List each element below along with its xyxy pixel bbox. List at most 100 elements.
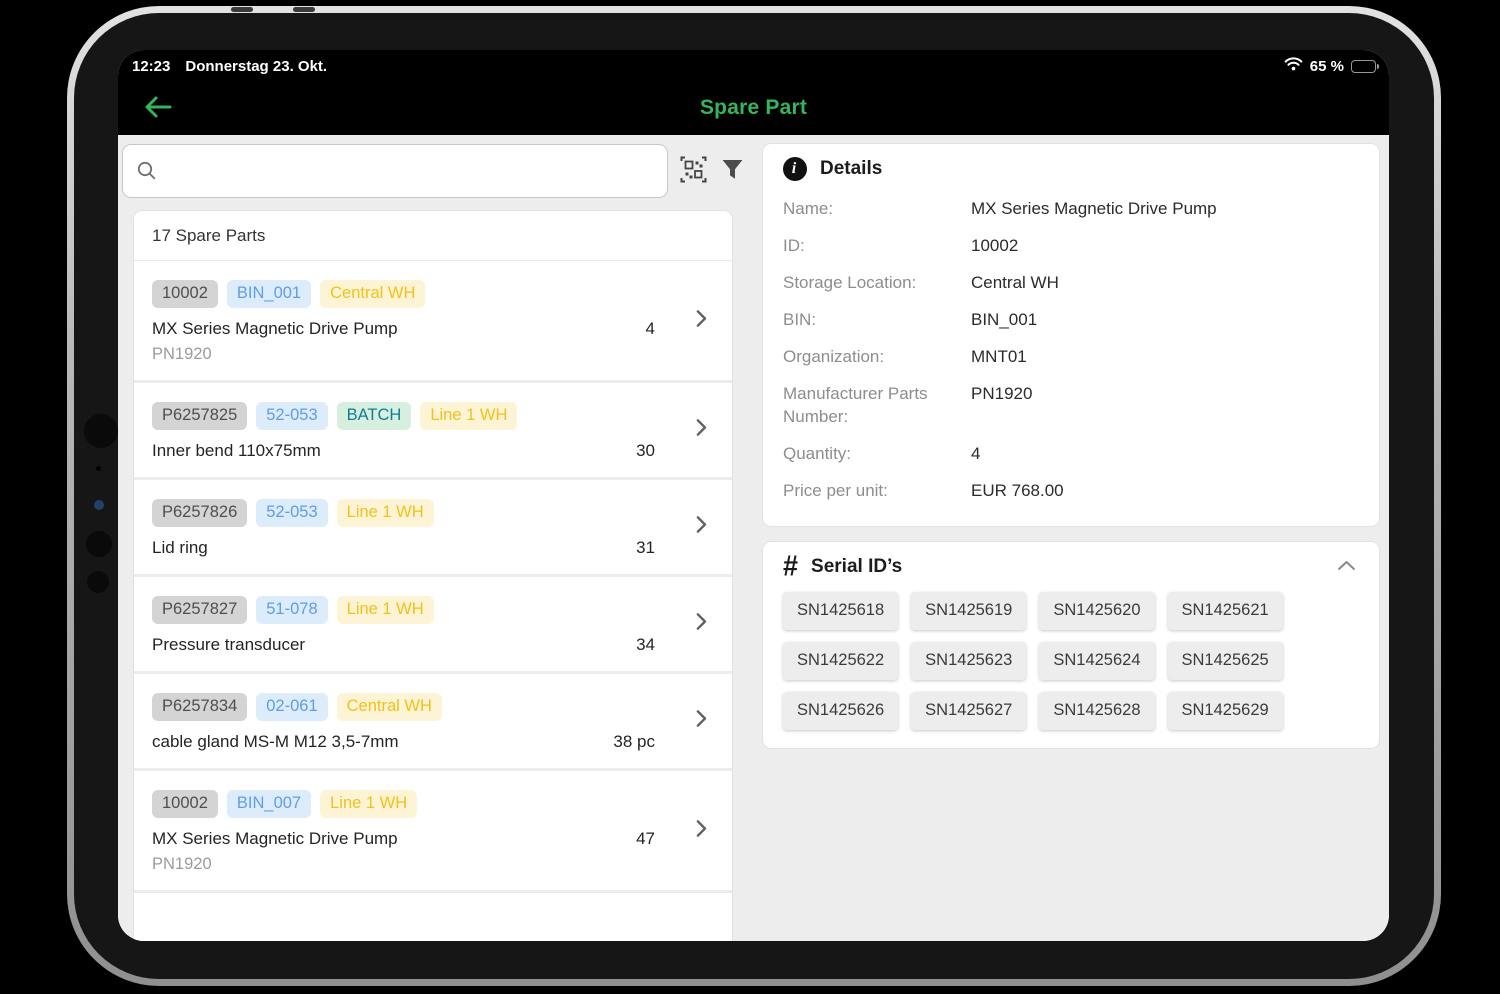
item-title: MX Series Magnetic Drive Pump [152, 319, 646, 339]
badge-row: P625782552-053BATCHLine 1 WH [152, 402, 718, 430]
filter-funnel-icon [721, 159, 744, 183]
battery-percent: 65 % [1310, 58, 1344, 75]
search-input[interactable] [122, 144, 668, 198]
status-time: 12:23 [132, 58, 170, 75]
detail-label: ID: [783, 235, 971, 258]
badge-row: P625782751-078Line 1 WH [152, 596, 718, 624]
detail-label: Organization: [783, 346, 971, 369]
filter-button[interactable] [719, 158, 745, 184]
app-header: Spare Part [118, 80, 1389, 135]
front-camera [94, 500, 104, 510]
qr-scan-icon [680, 156, 707, 186]
serial-chip[interactable]: SN1425622 [783, 642, 898, 680]
detail-value: MX Series Magnetic Drive Pump [971, 198, 1359, 221]
status-date: Donnerstag 23. Okt. [185, 58, 327, 75]
item-title: Inner bend 110x75mm [152, 441, 636, 461]
detail-value: BIN_001 [971, 309, 1359, 332]
serial-chip[interactable]: SN1425627 [911, 692, 1026, 730]
collapse-button[interactable] [1333, 556, 1359, 578]
serial-chip[interactable]: SN1425623 [911, 642, 1026, 680]
chevron-right-icon [696, 819, 707, 842]
detail-value: EUR 768.00 [971, 480, 1359, 503]
badge-row: 10002BIN_007Line 1 WH [152, 790, 718, 818]
item-quantity: 4 [646, 319, 655, 339]
item-quantity: 47 [636, 829, 655, 849]
detail-value: 4 [971, 443, 1359, 466]
badge-blue: 51-078 [256, 596, 327, 624]
detail-row: Storage Location:Central WH [783, 265, 1359, 302]
details-rows: Name:MX Series Magnetic Drive PumpID:100… [783, 191, 1359, 509]
search-row [122, 143, 748, 199]
status-bar: 12:23 Donnerstag 23. Okt. 65 % [118, 50, 1389, 80]
spare-part-list: 10002BIN_001Central WH MX Series Magnetic… [134, 261, 732, 941]
list-item[interactable]: P625783402-061Central WHcable gland MS-M… [134, 671, 732, 768]
serial-chip[interactable]: SN1425621 [1168, 592, 1283, 630]
detail-row: Manufacturer Parts Number:PN1920 [783, 376, 1359, 436]
detail-row: Quantity:4 [783, 436, 1359, 473]
item-quantity: 38 pc [613, 732, 655, 752]
chevron-right-icon [696, 710, 707, 733]
badge-blue: 02-061 [256, 693, 327, 721]
badge-yellow: Central WH [337, 693, 442, 721]
item-quantity: 31 [636, 538, 655, 558]
badge-gray: P6257827 [152, 596, 247, 624]
list-item[interactable]: P625782552-053BATCHLine 1 WHInner bend 1… [134, 380, 732, 477]
serial-chip[interactable]: SN1425624 [1039, 642, 1154, 680]
badge-green: BATCH [337, 402, 412, 430]
detail-label: Name: [783, 198, 971, 221]
badge-row: P625782652-053Line 1 WH [152, 499, 718, 527]
tablet-bezel: 12:23 Donnerstag 23. Okt. 65 % [74, 13, 1434, 979]
badge-blue: BIN_001 [227, 280, 311, 308]
item-title: MX Series Magnetic Drive Pump [152, 829, 636, 849]
detail-row: Price per unit:EUR 768.00 [783, 473, 1359, 510]
serial-chip[interactable]: SN1425626 [783, 692, 898, 730]
detail-row: Name:MX Series Magnetic Drive Pump [783, 191, 1359, 228]
item-title: Pressure transducer [152, 635, 636, 655]
detail-value: PN1920 [971, 383, 1359, 429]
detail-value: Central WH [971, 272, 1359, 295]
list-item-partial [134, 890, 732, 904]
tablet-device-frame: 12:23 Donnerstag 23. Okt. 65 % [67, 6, 1441, 986]
serial-chip[interactable]: SN1425628 [1039, 692, 1154, 730]
list-item[interactable]: P625782652-053Line 1 WHLid ring31 [134, 477, 732, 574]
serial-chip[interactable]: SN1425620 [1039, 592, 1154, 630]
battery-icon [1351, 60, 1376, 73]
spare-part-list-panel: 17 Spare Parts 10002BIN_001Central WHMX … [118, 135, 748, 941]
front-sensor [84, 414, 118, 448]
detail-label: Price per unit: [783, 480, 971, 503]
back-button[interactable] [142, 93, 174, 121]
item-title: Lid ring [152, 538, 636, 558]
badge-blue: 52-053 [256, 499, 327, 527]
serial-chip[interactable]: SN1425629 [1168, 692, 1283, 730]
app-screen: 12:23 Donnerstag 23. Okt. 65 % [118, 50, 1389, 941]
list-item[interactable]: 10002BIN_001Central WH MX Series Magnetic… [134, 261, 732, 380]
badge-row: 10002BIN_001Central WH [152, 280, 718, 308]
serial-chip[interactable]: SN1425618 [783, 592, 898, 630]
detail-value: MNT01 [971, 346, 1359, 369]
front-sensor [86, 531, 112, 557]
search-icon [136, 160, 158, 187]
detail-value: 10002 [971, 235, 1359, 258]
details-title: Details [820, 158, 882, 180]
badge-yellow: Line 1 WH [337, 499, 434, 527]
serial-chip[interactable]: SN1425619 [911, 592, 1026, 630]
detail-label: Storage Location: [783, 272, 971, 295]
chevron-right-icon [696, 613, 707, 636]
detail-row: Organization:MNT01 [783, 339, 1359, 376]
hash-icon: # [783, 553, 798, 581]
details-card-header: i Details [783, 157, 1359, 181]
serial-chip[interactable]: SN1425625 [1168, 642, 1283, 680]
qr-scan-button[interactable] [679, 157, 707, 185]
chevron-right-icon [696, 309, 707, 332]
detail-row: ID:10002 [783, 228, 1359, 265]
detail-label: Manufacturer Parts Number: [783, 383, 971, 429]
item-quantity: 30 [636, 441, 655, 461]
spare-part-list-card: 17 Spare Parts 10002BIN_001Central WHMX … [133, 210, 733, 941]
badge-blue: 52-053 [256, 402, 327, 430]
badge-yellow: Line 1 WH [320, 790, 417, 818]
front-sensor [87, 571, 109, 593]
details-panel: i Details Name:MX Series Magnetic Drive … [748, 135, 1389, 941]
list-item[interactable]: P625782751-078Line 1 WHPressure transduc… [134, 574, 732, 671]
list-item[interactable]: 10002BIN_007Line 1 WH MX Series Magnetic … [134, 768, 732, 890]
serial-chip-grid: SN1425618 SN1425619 SN1425620 SN1425621 SN14… [783, 592, 1359, 730]
